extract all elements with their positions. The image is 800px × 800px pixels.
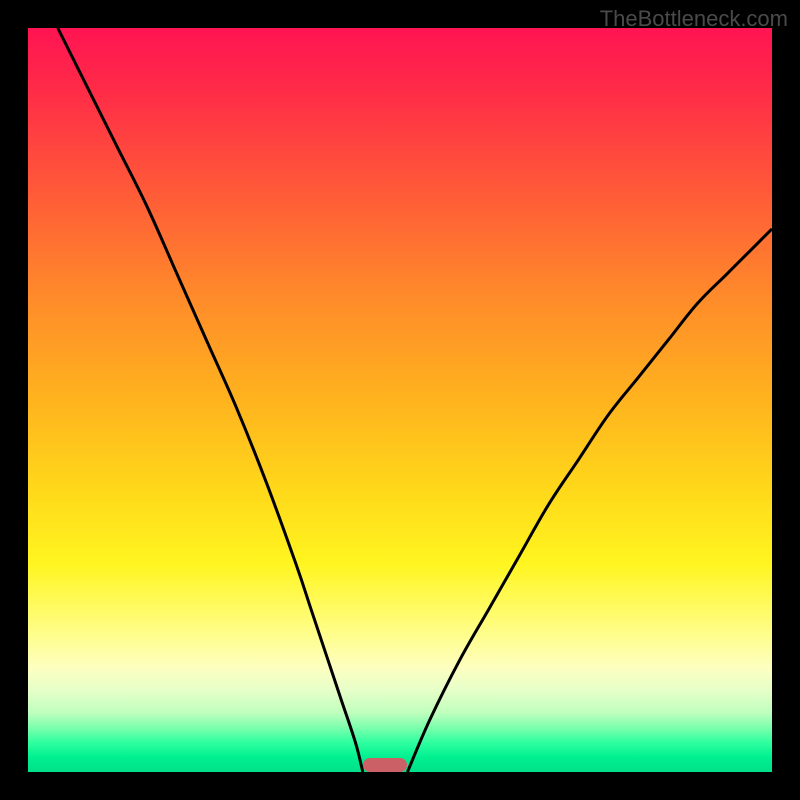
bottleneck-curve (28, 28, 772, 772)
watermark-text: TheBottleneck.com (600, 6, 788, 32)
optimal-marker (363, 758, 408, 772)
plot-area (28, 28, 772, 772)
